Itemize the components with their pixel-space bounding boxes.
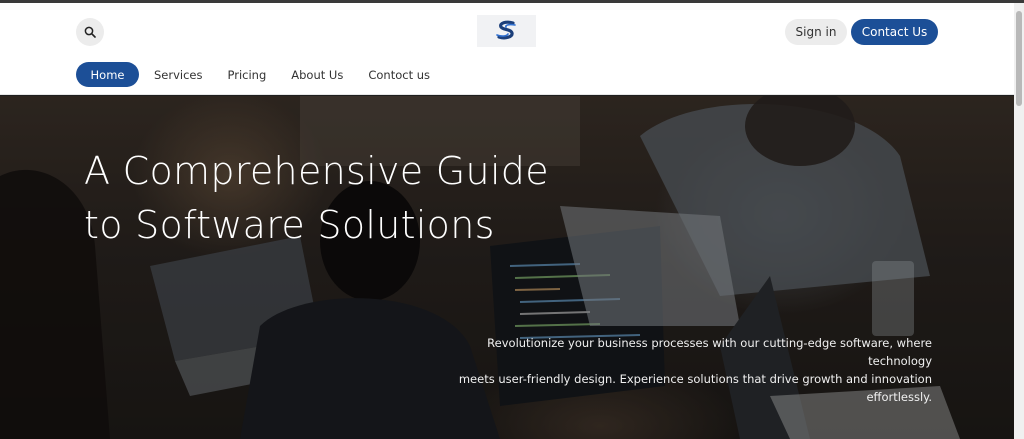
brand-logo[interactable] [477,15,536,47]
nav-item-services[interactable]: Services [154,62,203,87]
nav-item-home[interactable]: Home [76,62,139,87]
site-header: Sign in Contact Us Home Services Pricing… [0,3,1014,95]
search-icon [84,26,96,38]
nav-item-contact-us[interactable]: Contoct us [368,62,430,87]
contact-us-button[interactable]: Contact Us [851,19,938,45]
page-scrollbar[interactable] [1014,3,1024,439]
hero-title: A Comprehensive Guide to Software Soluti… [84,144,644,252]
hero-description-line-1: Revolutionize your business processes wi… [487,336,932,368]
scrollbar-thumb[interactable] [1016,11,1022,106]
hero-description-line-3: effortlessly. [866,390,932,404]
brand-logo-icon [495,20,516,40]
nav-item-about-us[interactable]: About Us [291,62,343,87]
hero-description-line-2: meets user-friendly design. Experience s… [458,372,932,386]
search-button[interactable] [76,18,104,46]
main-nav: Home Services Pricing About Us Contoct u… [76,62,455,87]
sign-in-button[interactable]: Sign in [785,19,847,45]
hero-title-line-1: A Comprehensive Guide [84,149,549,193]
nav-item-pricing[interactable]: Pricing [228,62,267,87]
hero-description: Revolutionize your business processes wi… [420,334,932,406]
hero-section: A Comprehensive Guide to Software Soluti… [0,96,1014,439]
hero-title-line-2: to Software Solutions [84,203,495,247]
